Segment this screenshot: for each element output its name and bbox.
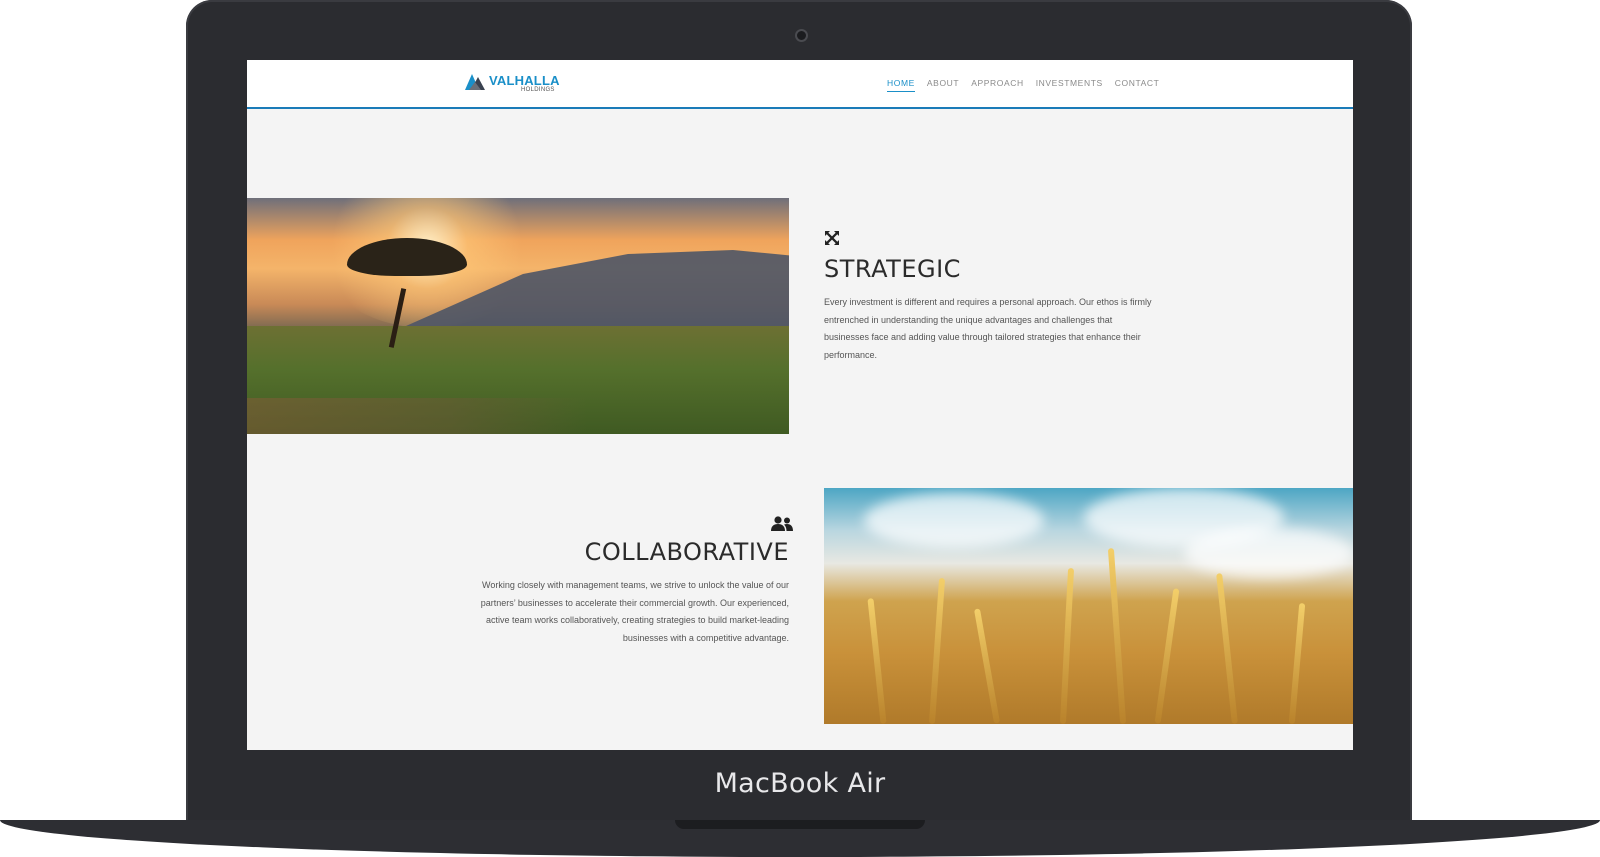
logo-subtitle: HOLDINGS	[521, 87, 555, 93]
logo-name: VALHALLA	[489, 73, 560, 88]
cloud	[1184, 528, 1353, 578]
wheat-stalk	[1288, 602, 1306, 724]
cloud	[864, 493, 1044, 548]
nav-contact[interactable]: CONTACT	[1115, 78, 1160, 92]
wheat-stalk	[1154, 588, 1180, 724]
collaborative-text: Working closely with management teams, w…	[480, 580, 789, 643]
wheat-stalk	[1059, 567, 1075, 724]
main-nav: HOME ABOUT APPROACH INVESTMENTS CONTACT	[887, 78, 1171, 92]
site-header: VALHALLA HOLDINGS HOME ABOUT APPROACH IN…	[247, 60, 1353, 109]
collaborative-title: COLLABORATIVE	[584, 538, 789, 566]
wheat-stalk	[1107, 548, 1127, 724]
nav-approach[interactable]: APPROACH	[971, 78, 1024, 92]
users-icon	[771, 516, 793, 531]
logo[interactable]: VALHALLA HOLDINGS	[463, 70, 563, 96]
nav-investments[interactable]: INVESTMENTS	[1036, 78, 1103, 92]
website-screen: VALHALLA HOLDINGS HOME ABOUT APPROACH IN…	[247, 60, 1353, 750]
strategic-title: STRATEGIC	[824, 255, 961, 283]
device-brand-label: MacBook Air	[714, 768, 886, 799]
nav-home[interactable]: HOME	[887, 78, 915, 92]
dirt-path	[247, 398, 587, 434]
wheat-stalk	[1216, 573, 1238, 724]
wheat-stalk	[928, 577, 946, 724]
wheat-stalk	[867, 598, 887, 724]
wheat-field-image	[824, 488, 1353, 724]
logo-triangle-icon	[465, 74, 485, 90]
laptop-notch	[675, 820, 925, 829]
strategic-text: Every investment is different and requir…	[824, 297, 1152, 360]
nav-about[interactable]: ABOUT	[927, 78, 959, 92]
expand-arrows-icon	[825, 231, 839, 245]
wheat-stalk	[973, 608, 1001, 724]
webcam	[795, 29, 808, 42]
savanna-sunset-image	[247, 198, 789, 434]
